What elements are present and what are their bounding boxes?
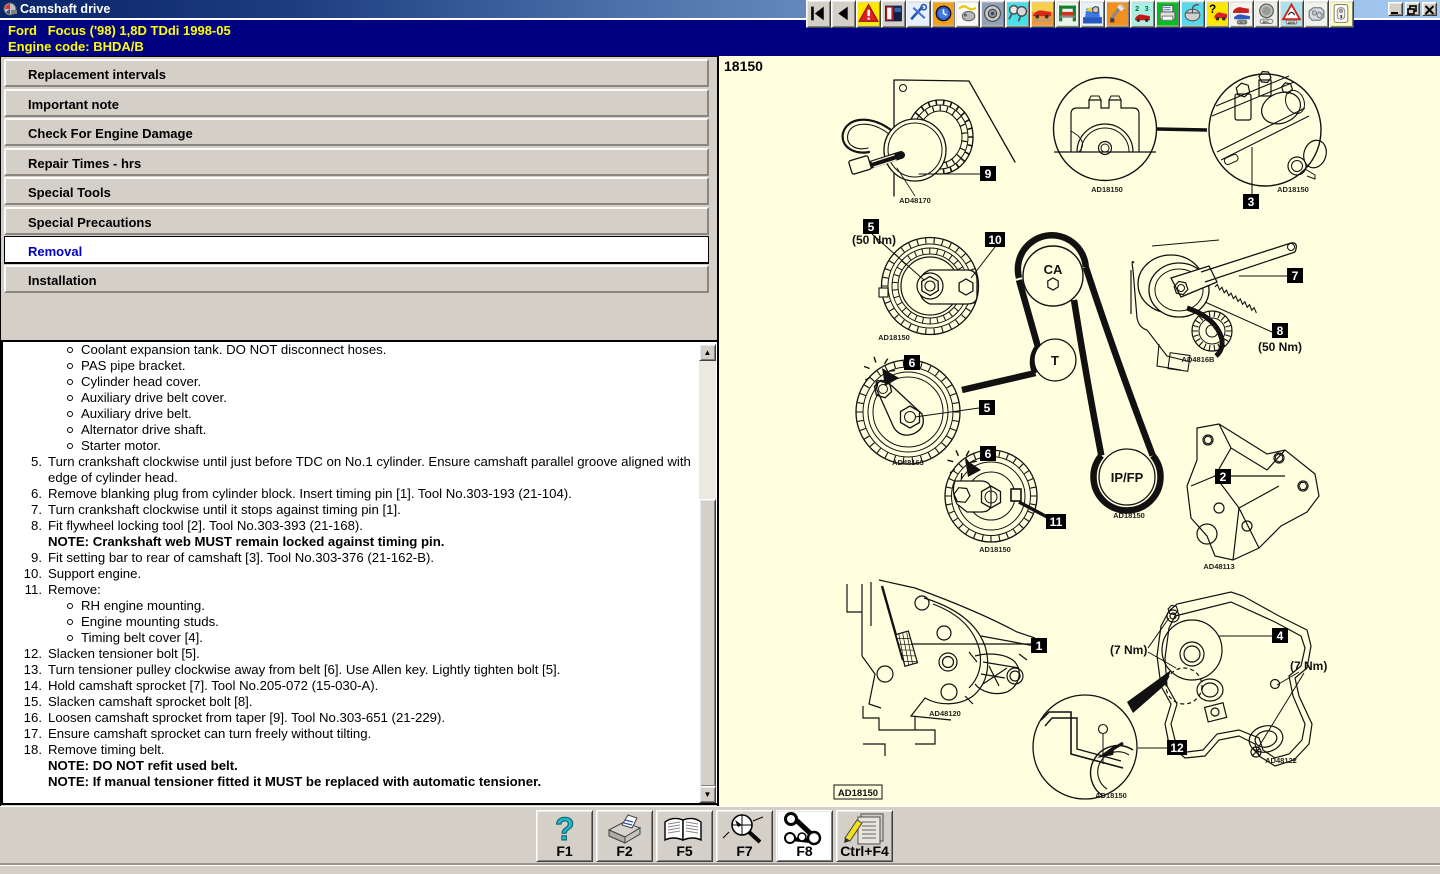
svg-text:A/C: A/C — [1263, 20, 1270, 24]
svg-text:3: 3 — [1248, 195, 1255, 209]
svg-text:8: 8 — [1277, 324, 1284, 338]
svg-text:11: 11 — [1050, 515, 1063, 529]
svg-text:7: 7 — [1292, 269, 1299, 283]
svg-text:6: 6 — [985, 447, 992, 461]
svg-text:5: 5 — [868, 220, 875, 234]
svg-text:GEO: GEO — [1238, 21, 1246, 25]
svg-text:5: 5 — [984, 401, 991, 415]
svg-text:(7 Nm): (7 Nm) — [1290, 659, 1327, 673]
svg-text:AD18150: AD18150 — [838, 788, 878, 799]
svg-text:?: ? — [1209, 4, 1216, 16]
svg-text:4: 4 — [1277, 629, 1284, 643]
svg-text:12: 12 — [1170, 741, 1184, 755]
svg-text:AD18150: AD18150 — [1091, 185, 1123, 194]
svg-text:3: 3 — [1145, 4, 1149, 13]
svg-text:ABS: ABS — [1288, 21, 1296, 25]
svg-text:AD48163: AD48163 — [892, 458, 924, 467]
svg-text:CA: CA — [1044, 262, 1063, 277]
svg-text:6: 6 — [909, 356, 916, 370]
svg-text:10: 10 — [988, 233, 1002, 247]
svg-text:9: 9 — [985, 167, 992, 181]
svg-text:(50 Nm): (50 Nm) — [1258, 340, 1302, 354]
svg-text:AD18150: AD18150 — [1095, 791, 1127, 800]
svg-text:AD18150: AD18150 — [878, 333, 910, 342]
svg-text:AD4816B: AD4816B — [1182, 355, 1216, 364]
svg-text:AD18150: AD18150 — [1277, 185, 1309, 194]
svg-text:IP/FP: IP/FP — [1111, 470, 1144, 485]
svg-text:AD48122: AD48122 — [1265, 756, 1297, 765]
svg-text:AD48113: AD48113 — [1203, 562, 1234, 571]
svg-text:AD18150: AD18150 — [979, 545, 1011, 554]
svg-text:1: 1 — [1036, 639, 1043, 653]
svg-text:AD48170: AD48170 — [899, 196, 931, 205]
svg-text:2: 2 — [1135, 4, 1139, 13]
svg-text:(50 Nm): (50 Nm) — [852, 233, 896, 247]
svg-text:T: T — [1051, 353, 1059, 368]
svg-text:AD18150: AD18150 — [1113, 511, 1145, 520]
svg-text:?: ? — [555, 812, 575, 846]
svg-text:2: 2 — [1220, 470, 1227, 484]
svg-text:(7 Nm): (7 Nm) — [1110, 643, 1147, 657]
svg-text:AD48120: AD48120 — [929, 709, 961, 718]
